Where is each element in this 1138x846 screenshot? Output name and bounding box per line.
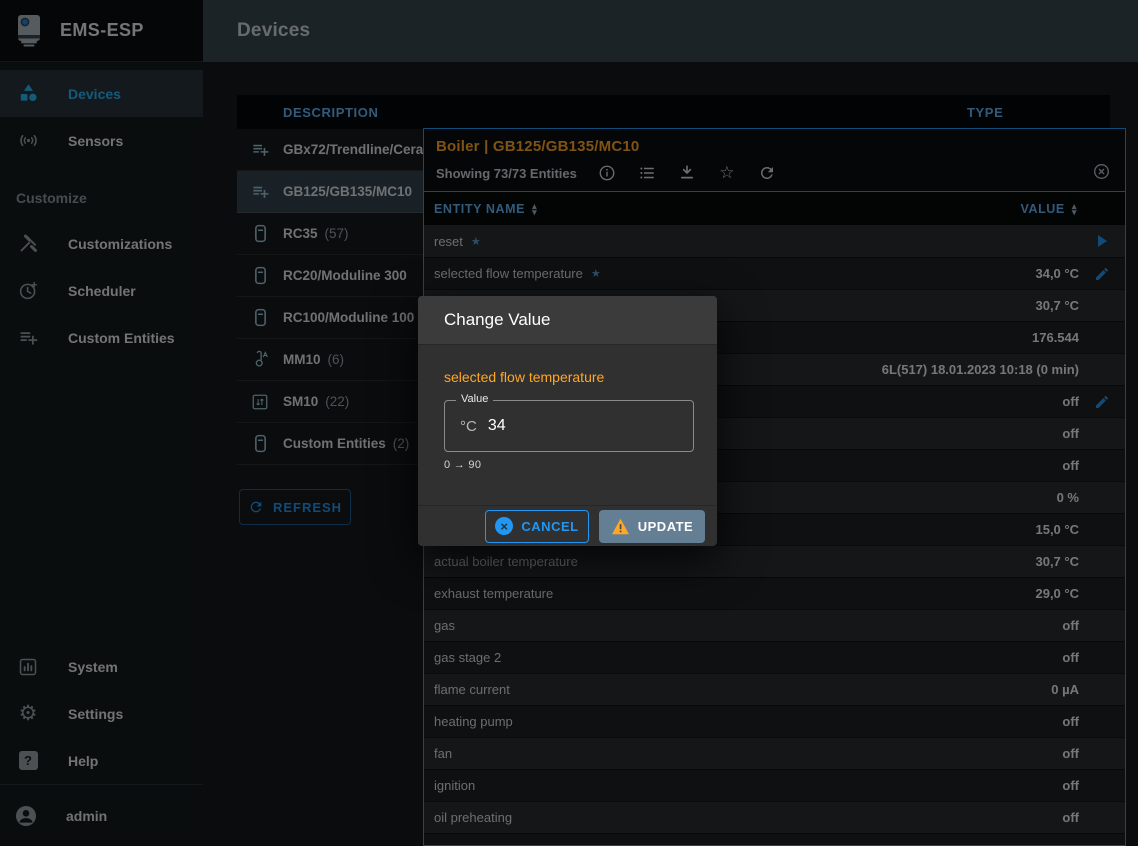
warning-triangle-icon: [611, 518, 630, 535]
dialog-footer: × CANCEL UPDATE: [418, 505, 717, 546]
value-input-label: Value: [456, 393, 493, 405]
unit-adornment: °C: [460, 418, 477, 435]
dialog-body: selected flow temperature Value °C 34 0 …: [418, 345, 717, 471]
ems-esp-app: EMS-ESP Devices Sensors Cus: [0, 0, 1138, 846]
cancel-button[interactable]: × CANCEL: [485, 510, 589, 543]
dialog-title: Change Value: [444, 310, 551, 330]
value-range-helper: 0 → 90: [444, 459, 691, 471]
cancel-label: CANCEL: [521, 519, 578, 534]
value-input-text: 34: [488, 417, 506, 435]
value-input[interactable]: Value °C 34: [444, 400, 694, 452]
change-value-dialog: Change Value selected flow temperature V…: [418, 296, 717, 546]
update-button[interactable]: UPDATE: [599, 510, 705, 543]
update-label: UPDATE: [638, 519, 693, 534]
cancel-circle-icon: ×: [495, 517, 513, 535]
dialog-header: Change Value: [418, 296, 717, 345]
dialog-entity-label: selected flow temperature: [444, 369, 691, 385]
